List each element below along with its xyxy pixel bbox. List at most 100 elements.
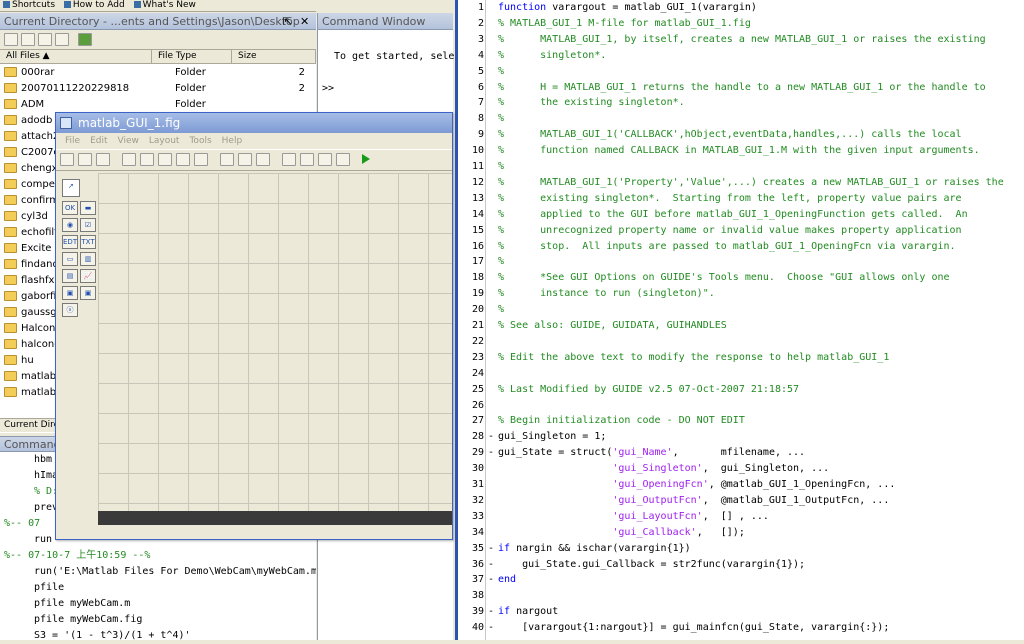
breakpoint-marker[interactable]: - <box>488 447 494 458</box>
history-line[interactable]: %-- 07-10-7 上午10:59 --% <box>0 548 316 564</box>
slider-icon[interactable]: ▬ <box>80 201 96 215</box>
breakpoint-marker[interactable]: - <box>488 431 494 442</box>
code-line[interactable]: % <box>498 66 504 77</box>
command-prompt[interactable]: >> <box>322 83 334 94</box>
code-line[interactable]: % Last Modified by GUIDE v2.5 07-Oct-200… <box>498 384 799 395</box>
code-line[interactable]: % See also: GUIDE, GUIDATA, GUIHANDLES <box>498 320 727 331</box>
m-file-editor-icon[interactable] <box>282 153 296 166</box>
code-line[interactable]: % instance to run (singleton)". <box>498 288 715 299</box>
code-line[interactable]: % H = MATLAB_GUI_1 returns the handle to… <box>498 82 986 93</box>
edit-text-icon[interactable]: EDT <box>62 235 78 249</box>
history-line[interactable]: pfile myWebCam.m <box>0 596 316 612</box>
code-line[interactable]: function varargout = matlab_GUI_1(vararg… <box>498 2 757 13</box>
code-line[interactable]: % *See GUI Options on GUIDE's Tools menu… <box>498 272 950 283</box>
breakpoint-marker[interactable]: - <box>488 574 494 585</box>
code-line[interactable]: % MATLAB_GUI_1('CALLBACK',hObject,eventD… <box>498 129 962 140</box>
menu-layout[interactable]: Layout <box>144 136 185 146</box>
menu-view[interactable]: View <box>113 136 144 146</box>
code-line[interactable]: gui_State.gui_Callback = str2func(vararg… <box>498 559 805 570</box>
breakpoint-marker[interactable]: - <box>488 622 494 633</box>
axes-icon[interactable]: 📈 <box>80 269 96 283</box>
code-line[interactable]: % <box>498 113 504 124</box>
popup-menu-icon[interactable]: ▭ <box>62 252 78 266</box>
close-icon[interactable]: ✕ <box>300 13 309 29</box>
history-line[interactable]: run('E:\Matlab Files For Demo\WebCam\myW… <box>0 564 316 580</box>
property-inspector-icon[interactable] <box>300 153 314 166</box>
code-line[interactable]: % singleton*. <box>498 50 606 61</box>
code-line[interactable]: % applied to the GUI before matlab_GUI_1… <box>498 209 968 220</box>
breakpoint-marker[interactable]: - <box>488 559 494 570</box>
shortcuts-button[interactable]: Shortcuts <box>0 0 58 11</box>
code-line[interactable]: % the existing singleton*. <box>498 97 685 108</box>
menu-help[interactable]: Help <box>217 136 248 146</box>
cut-icon[interactable] <box>122 153 136 166</box>
code-line[interactable]: % MATLAB_GUI_1('Property','Value',...) c… <box>498 177 1004 188</box>
guide-title-bar[interactable]: matlab_GUI_1.fig <box>56 113 452 133</box>
code-line[interactable]: % Begin initialization code - DO NOT EDI… <box>498 415 745 426</box>
undo-icon[interactable] <box>176 153 190 166</box>
code-line[interactable]: 'gui_OutputFcn', @matlab_GUI_1_OutputFcn… <box>498 495 889 506</box>
copy-icon[interactable] <box>140 153 154 166</box>
undock-icon[interactable]: ⇱ <box>283 13 292 29</box>
align-icon[interactable] <box>220 153 234 166</box>
code-line[interactable]: 'gui_Singleton', gui_Singleton, ... <box>498 463 829 474</box>
activex-icon[interactable]: ⓧ <box>62 303 78 317</box>
breakpoint-marker[interactable]: - <box>488 606 494 617</box>
code-line[interactable]: % stop. All inputs are passed to matlab_… <box>498 241 956 252</box>
menu-editor-icon[interactable] <box>238 153 252 166</box>
layout-icon[interactable] <box>336 153 350 166</box>
code-line[interactable]: gui_State = struct('gui_Name', mfilename… <box>498 447 805 458</box>
static-text-icon[interactable]: TXT <box>80 235 96 249</box>
paste-icon[interactable] <box>158 153 172 166</box>
whats-new-button[interactable]: What's New <box>131 0 199 11</box>
layout-canvas[interactable] <box>98 173 452 511</box>
code-line[interactable]: gui_Singleton = 1; <box>498 431 606 442</box>
visual-directory-icon[interactable] <box>55 33 69 46</box>
code-line[interactable]: % unrecognized property name or invalid … <box>498 225 962 236</box>
redo-icon[interactable] <box>194 153 208 166</box>
history-line[interactable]: S3 = '(1 - t^3)/(1 + t^4)' <box>0 628 316 644</box>
code-line[interactable]: % <box>498 304 504 315</box>
select-tool-icon[interactable]: ➚ <box>62 179 80 197</box>
object-browser-icon[interactable] <box>318 153 332 166</box>
column-header-size[interactable]: Size <box>232 50 316 63</box>
folder-up-icon[interactable] <box>4 33 18 46</box>
toggle-button-icon[interactable]: ▤ <box>62 269 78 283</box>
file-row[interactable]: ADM Folder <box>0 96 316 112</box>
breakpoint-marker[interactable]: - <box>488 543 494 554</box>
new-folder-icon[interactable] <box>21 33 35 46</box>
tab-order-icon[interactable] <box>256 153 270 166</box>
save-icon[interactable] <box>96 153 110 166</box>
code-line[interactable]: % function named CALLBACK in MATLAB_GUI_… <box>498 145 980 156</box>
radio-button-icon[interactable]: ◉ <box>62 218 78 232</box>
run-icon[interactable] <box>78 33 92 46</box>
code-line[interactable]: 'gui_LayoutFcn', [] , ... <box>498 511 769 522</box>
push-button-icon[interactable]: OK <box>62 201 78 215</box>
code-line[interactable]: % <box>498 256 504 267</box>
code-line[interactable]: if nargout <box>498 606 558 617</box>
button-group-icon[interactable]: ▣ <box>80 286 96 300</box>
menu-tools[interactable]: Tools <box>184 136 216 146</box>
code-line[interactable]: end <box>498 574 516 585</box>
menu-file[interactable]: File <box>60 136 85 146</box>
checkbox-icon[interactable]: ☑ <box>80 218 96 232</box>
code-line[interactable]: [varargout{1:nargout}] = gui_mainfcn(gui… <box>498 622 889 633</box>
listbox-icon[interactable]: ▥ <box>80 252 96 266</box>
history-line[interactable]: pfile myWebCam.fig <box>0 612 316 628</box>
code-line[interactable]: % MATLAB_GUI_1 M-file for matlab_GUI_1.f… <box>498 18 751 29</box>
code-line[interactable]: if nargin && ischar(varargin{1}) <box>498 543 691 554</box>
run-figure-icon[interactable] <box>362 154 370 164</box>
code-line[interactable]: % MATLAB_GUI_1, by itself, creates a new… <box>498 34 986 45</box>
code-line[interactable]: % <box>498 161 504 172</box>
menu-edit[interactable]: Edit <box>85 136 112 146</box>
code-line[interactable]: % existing singleton*. Starting from the… <box>498 193 962 204</box>
history-line[interactable]: pfile <box>0 580 316 596</box>
new-icon[interactable] <box>60 153 74 166</box>
panel-icon[interactable]: ▣ <box>62 286 78 300</box>
column-header-name[interactable]: All Files ▲ <box>0 50 152 63</box>
file-row[interactable]: 000rar Folder 2 <box>0 64 316 80</box>
code-line[interactable]: 'gui_Callback', []); <box>498 527 744 538</box>
open-icon[interactable] <box>78 153 92 166</box>
column-header-type[interactable]: File Type <box>152 50 232 63</box>
how-to-add-button[interactable]: How to Add <box>61 0 128 11</box>
